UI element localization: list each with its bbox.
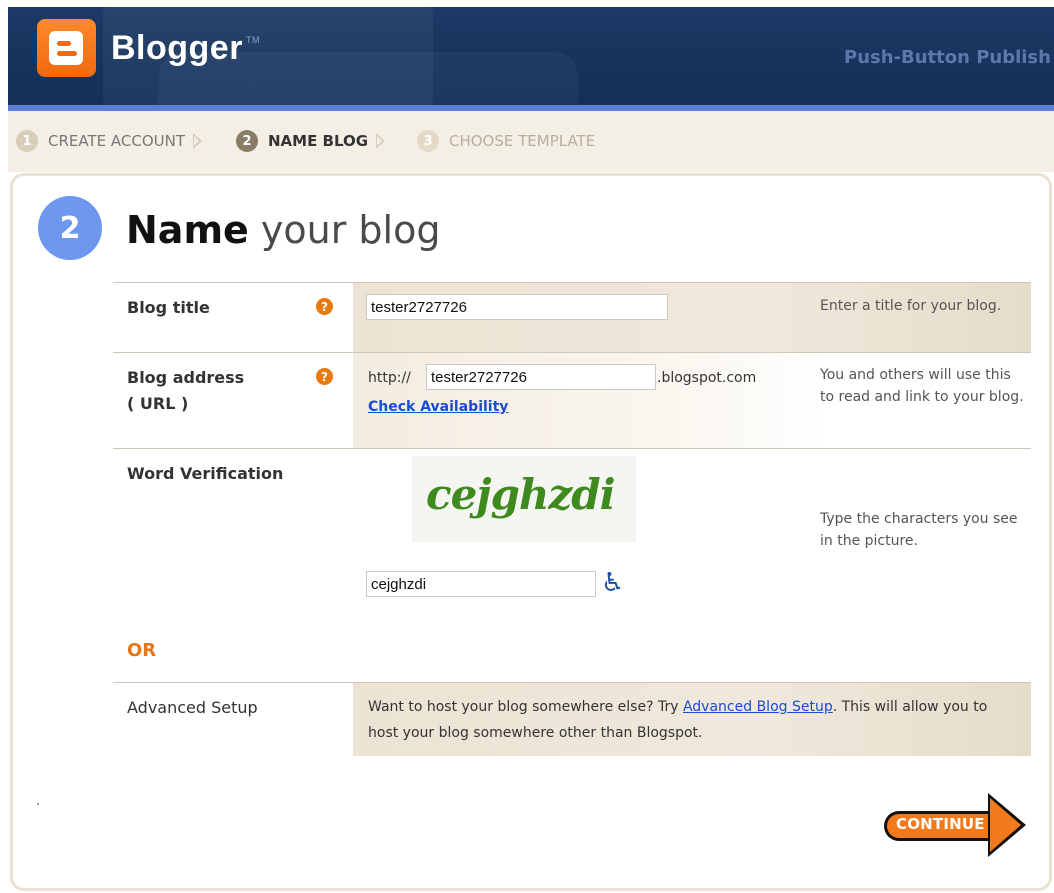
blog-address-help: You and others will use this to read and… <box>820 367 1024 405</box>
slogan: Push-Button Publish <box>844 47 1051 68</box>
word-verification-label: Word Verification <box>127 464 284 483</box>
advanced-setup-text: Want to host your blog somewhere else? T… <box>368 699 988 741</box>
blog-title-input[interactable] <box>366 294 668 320</box>
advanced-blog-setup-link[interactable]: Advanced Blog Setup <box>683 699 833 715</box>
step-choose-template: 3 CHOOSE TEMPLATE <box>417 130 595 152</box>
step-label: CREATE ACCOUNT <box>48 132 185 150</box>
word-verification-help: Type the characters you see in the pictu… <box>820 511 1018 549</box>
continue-label: CONTINUE <box>896 815 985 833</box>
or-label: OR <box>127 640 157 661</box>
advanced-setup-label: Advanced Setup <box>127 698 258 717</box>
blog-address-label-url: ( URL ) <box>127 394 189 413</box>
chevron-right-icon <box>193 133 202 149</box>
captcha-text: cejghzdi <box>426 470 616 519</box>
blogger-logo-icon[interactable] <box>37 19 96 77</box>
step-create-account: 1 CREATE ACCOUNT <box>16 130 210 152</box>
step-number: 2 <box>236 130 258 152</box>
step-number: 3 <box>417 130 439 152</box>
url-suffix: .blogspot.com <box>657 370 757 386</box>
step-label: CHOOSE TEMPLATE <box>449 132 596 150</box>
step-progress: 1 CREATE ACCOUNT 2 NAME BLOG 3 CHOOSE TE… <box>8 111 1054 172</box>
blog-address-input[interactable] <box>426 364 656 390</box>
step-circle: 2 <box>38 196 102 260</box>
brand-name: Blogger TM <box>111 29 260 67</box>
help-icon[interactable]: ? <box>316 298 333 315</box>
blog-address-label: Blog address <box>127 368 245 387</box>
step-name-blog: 2 NAME BLOG <box>236 130 393 152</box>
step-label: NAME BLOG <box>268 132 369 150</box>
continue-button[interactable]: CONTINUE <box>880 793 1036 857</box>
top-strip <box>0 0 1054 7</box>
blog-title-label: Blog title <box>127 298 210 317</box>
captcha-image: cejghzdi <box>412 456 636 542</box>
step-number: 1 <box>16 130 38 152</box>
check-availability-link[interactable]: Check Availability <box>368 399 508 415</box>
row-divider <box>113 448 1031 449</box>
help-icon[interactable]: ? <box>316 368 333 385</box>
chevron-right-icon <box>376 133 386 149</box>
header: Blogger TM Push-Button Publish <box>8 7 1054 105</box>
blog-title-help: Enter a title for your blog. <box>820 298 1002 314</box>
accessibility-icon[interactable]: ♿ <box>601 568 629 598</box>
word-verification-input[interactable] <box>366 571 596 597</box>
url-prefix: http:// <box>368 370 411 386</box>
page-title: Name your blog <box>126 208 441 252</box>
stray-dot <box>37 803 39 805</box>
